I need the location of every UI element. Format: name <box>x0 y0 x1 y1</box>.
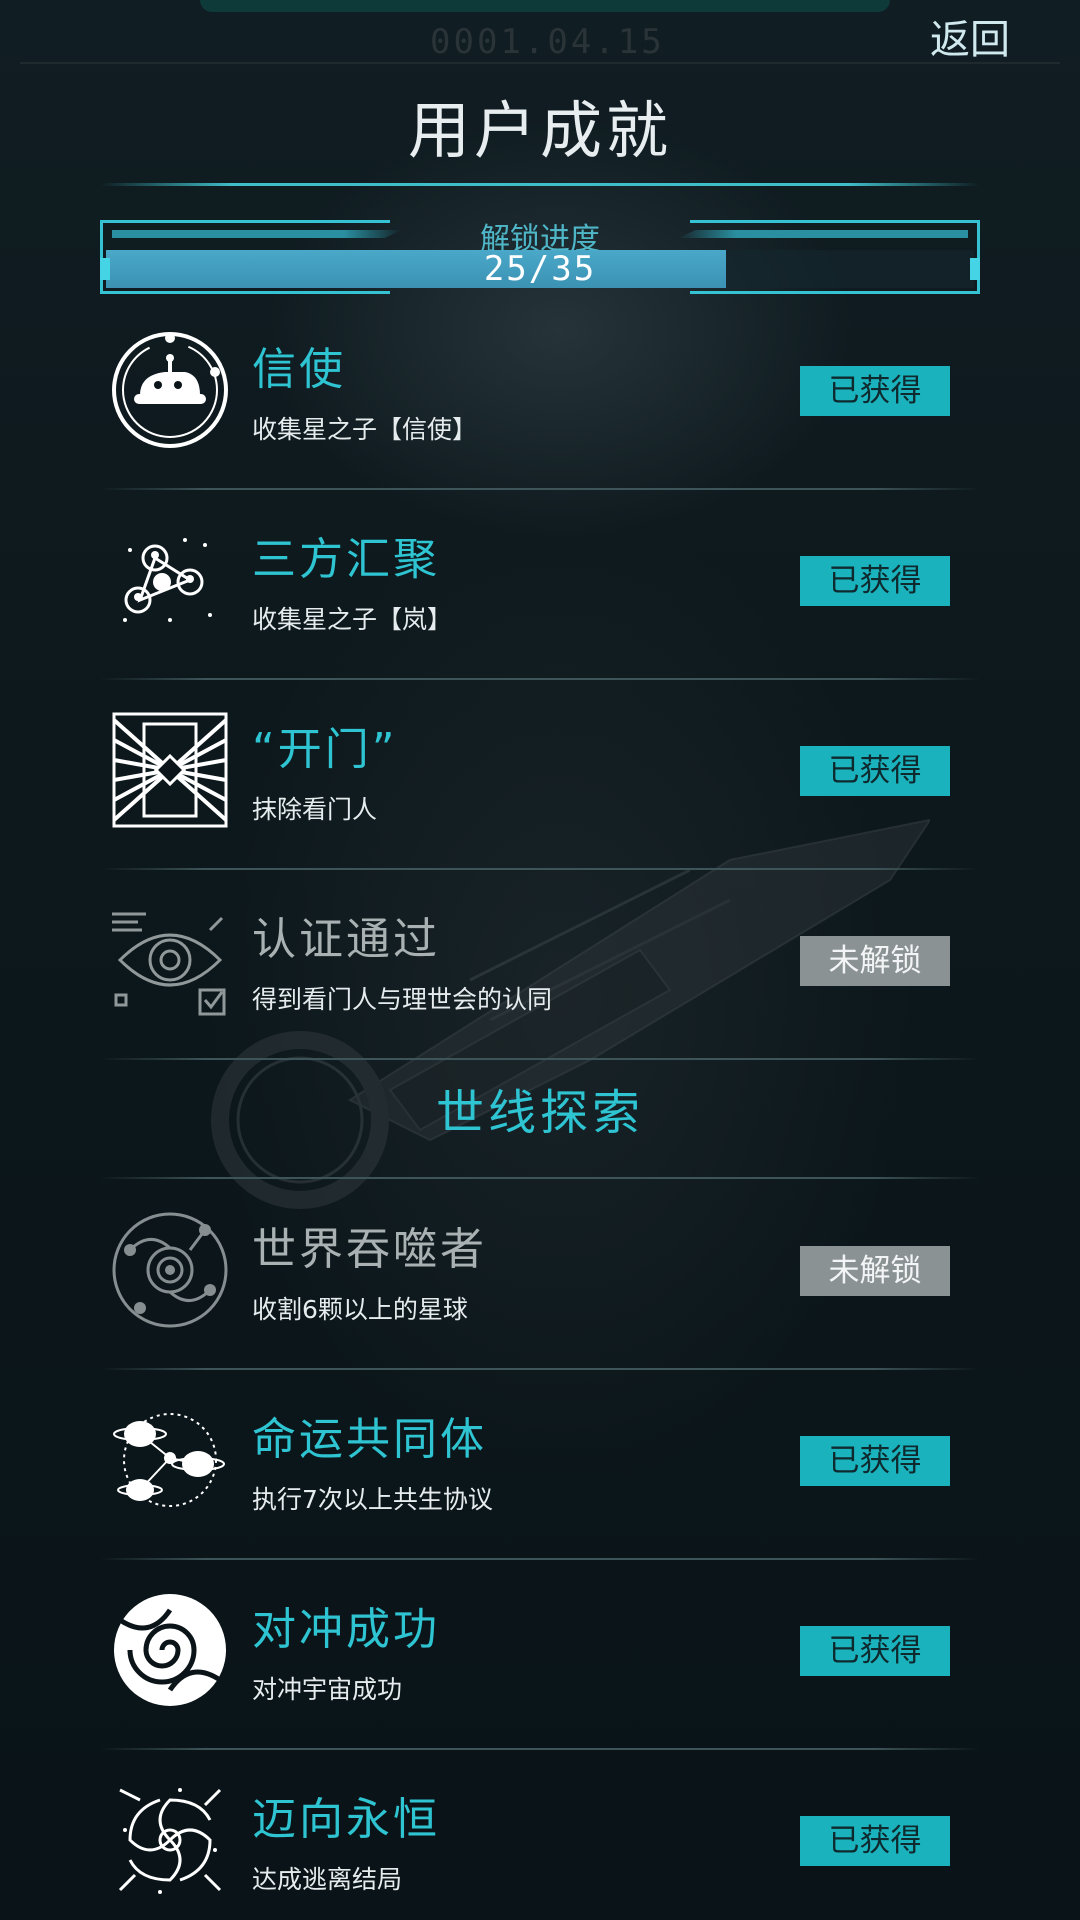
achievement-row-triad[interactable]: 三方汇聚 收集星之子【岚】 已获得 <box>100 490 980 680</box>
achievement-row-messenger[interactable]: 信使 收集星之子【信使】 已获得 <box>100 300 980 490</box>
achievement-row-world-eater[interactable]: 世界吞噬者 收割6颗以上的星球 未解锁 <box>100 1180 980 1370</box>
achievement-title: 迈向永恒 <box>252 1794 440 1845</box>
achievement-row-verify[interactable]: 认证通过 得到看门人与理世会的认同 未解锁 <box>100 870 980 1060</box>
world-eater-icon <box>112 1212 228 1328</box>
achievement-title: 世界吞噬者 <box>252 1224 487 1275</box>
achievement-title: 三方汇聚 <box>252 534 440 585</box>
achievement-title: “开门” <box>252 724 398 775</box>
achievement-title: 命运共同体 <box>252 1414 487 1465</box>
achievement-row-toward-eternity[interactable]: 迈向永恒 达成逃离结局 已获得 <box>100 1750 980 1920</box>
open-door-icon <box>112 712 228 828</box>
section-title: 世线探索 <box>435 1085 644 1141</box>
achievement-row-hedge-success[interactable]: 对冲成功 对冲宇宙成功 已获得 <box>100 1560 980 1750</box>
achievement-desc: 对冲宇宙成功 <box>252 1675 403 1704</box>
status-badge: 未解锁 <box>800 936 950 986</box>
achievement-row-open-door[interactable]: “开门” 抹除看门人 已获得 <box>100 680 980 870</box>
achievement-title: 认证通过 <box>252 914 440 965</box>
status-badge: 已获得 <box>800 1816 950 1866</box>
eye-verify-icon <box>112 912 226 1016</box>
achievement-title: 对冲成功 <box>252 1604 440 1655</box>
achievement-desc: 达成逃离结局 <box>252 1865 403 1894</box>
status-badge: 已获得 <box>800 1436 950 1486</box>
achievement-desc: 收集星之子【岚】 <box>252 605 453 634</box>
status-badge: 已获得 <box>800 746 950 796</box>
achievement-desc: 得到看门人与理世会的认同 <box>252 985 553 1014</box>
status-badge: 未解锁 <box>800 1246 950 1296</box>
planets-orbit-icon <box>113 1413 225 1507</box>
achievement-desc: 收割6颗以上的星球 <box>252 1295 468 1324</box>
status-badge: 已获得 <box>800 366 950 416</box>
triad-network-icon <box>123 538 212 622</box>
status-badge: 已获得 <box>800 556 950 606</box>
achievement-desc: 抹除看门人 <box>252 795 378 824</box>
messenger-icon <box>112 332 228 448</box>
galaxy-swirl-icon <box>118 1788 222 1894</box>
achievement-row-shared-destiny[interactable]: 命运共同体 执行7次以上共生协议 已获得 <box>100 1370 980 1560</box>
spiral-vortex-icon <box>114 1594 226 1706</box>
section-divider <box>100 1177 980 1179</box>
row-divider <box>100 1058 980 1060</box>
achievement-desc: 执行7次以上共生协议 <box>252 1485 493 1514</box>
achievements-screen: 0001.04.15 返回 用户成就 解锁进度 25/35 信使 收集星之子【信… <box>0 0 1080 1920</box>
achievement-title: 信使 <box>252 344 346 395</box>
achievement-list: 信使 收集星之子【信使】 已获得 三方汇聚 收集星之子【岚】 已获得 “开门” … <box>0 0 1080 1920</box>
status-badge: 已获得 <box>800 1626 950 1676</box>
achievement-desc: 收集星之子【信使】 <box>252 415 478 444</box>
